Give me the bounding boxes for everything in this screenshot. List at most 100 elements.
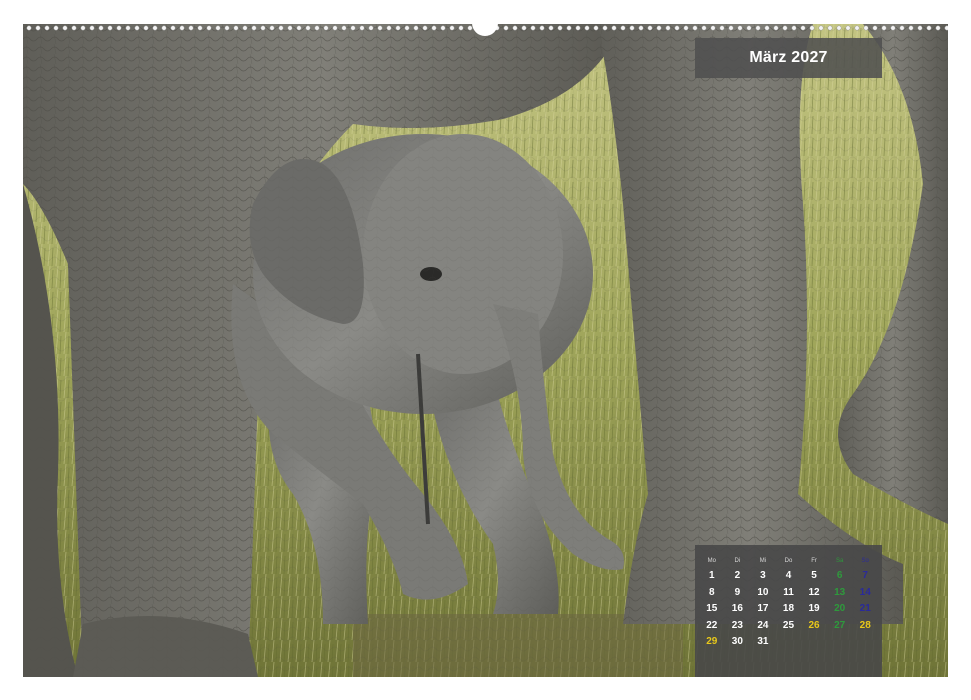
binding-hole [917,25,923,31]
binding-hole [44,25,50,31]
binding-hole [593,25,599,31]
binding-hole [422,25,428,31]
binding-hole [539,25,545,31]
binding-hole [638,25,644,31]
binding-hole [791,25,797,31]
month-title-box: März 2027 [695,38,882,78]
calendar-day: 7 [862,570,868,581]
weekday-label: Mi [759,558,767,564]
binding-hole [386,25,392,31]
calendar-day: 10 [757,586,769,598]
binding-hole [152,25,158,31]
binding-hole [323,25,329,31]
binding-hole [800,25,806,31]
calendar-day: 31 [757,636,769,647]
binding-hole [53,25,59,31]
binding-hole [620,25,626,31]
binding-hole [125,25,131,31]
binding-hole [305,25,311,31]
binding-hole [782,25,788,31]
binding-hole [926,25,932,31]
calendar-day [776,634,802,651]
binding-hole [62,25,68,31]
binding-hole [863,25,869,31]
weekday-label: Di [734,558,741,564]
binding-hole [503,25,509,31]
calendar-day: 19 [808,603,820,614]
calendar-day: 14 [859,586,871,598]
weekday-label: So [861,558,869,564]
binding-hole [260,25,266,31]
binding-hole [854,25,860,31]
binding-hole [557,25,563,31]
calendar-week-row: 29 30 31 [699,634,878,651]
binding-hole [134,25,140,31]
weekday-label: Mo [707,558,716,564]
binding-hole [278,25,284,31]
binding-hole [341,25,347,31]
binding-hole [737,25,743,31]
binding-hole [521,25,527,31]
binding-hole [242,25,248,31]
binding-hole [773,25,779,31]
binding-hole [908,25,914,31]
binding-hole [719,25,725,31]
binding-hole [512,25,518,31]
binding-hole [449,25,455,31]
binding-hole [575,25,581,31]
calendar-day: 30 [731,636,743,647]
binding-hole [701,25,707,31]
calendar-day: 20 [834,603,846,614]
calendar-day: 12 [808,586,820,598]
calendar-day: 21 [859,603,871,614]
calendar-week-row: 8 9 10 11 12 13 14 [699,585,878,602]
binding-hole [350,25,356,31]
binding-hole [602,25,608,31]
binding-hole [206,25,212,31]
binding-hole [395,25,401,31]
calendar-day: 13 [834,586,846,598]
binding-hole [764,25,770,31]
weekday-label: Do [784,558,793,564]
binding-hole [251,25,257,31]
binding-hole [287,25,293,31]
calendar-page: März 2027 Mo Di Mi Do Fr Sa So 123456789… [0,0,971,700]
calendar-week-row: 15 16 17 18 19 20 21 [699,601,878,618]
calendar-week-row: 22 23 24 25 26 27 28 [699,618,878,635]
binding-hole [197,25,203,31]
calendar-week-row: 1 2 3 4 5 6 7 [699,568,878,585]
binding-hole [899,25,905,31]
weekday-label: Sa [835,558,844,564]
binding-hole [872,25,878,31]
binding-hole [314,25,320,31]
calendar-day: 3 [760,570,766,581]
calendar-day: 11 [783,586,794,598]
binding-hole [584,25,590,31]
calendar-day: 16 [731,603,743,614]
calendar-day: 22 [706,619,718,631]
month-title: März 2027 [749,49,828,66]
calendar-day [852,634,878,651]
binding-hole [413,25,419,31]
binding-hole [881,25,887,31]
binding-hole [368,25,374,31]
calendar-day: 23 [731,619,743,631]
binding-hole [215,25,221,31]
calendar-day: 1 [709,570,715,581]
binding-hole [431,25,437,31]
binding-hole [944,25,948,31]
binding-hole [548,25,554,31]
binding-hole [647,25,653,31]
binding-hole [629,25,635,31]
binding-hole [611,25,617,31]
calendar-day: 29 [706,636,718,647]
binding-hole [188,25,194,31]
binding-hole [809,25,815,31]
calendar-day: 6 [836,570,843,581]
calendar-day: 27 [834,619,846,631]
binding-hole [35,25,41,31]
binding-hole [377,25,383,31]
binding-hole [170,25,176,31]
binding-hole [233,25,239,31]
binding-hole [836,25,842,31]
